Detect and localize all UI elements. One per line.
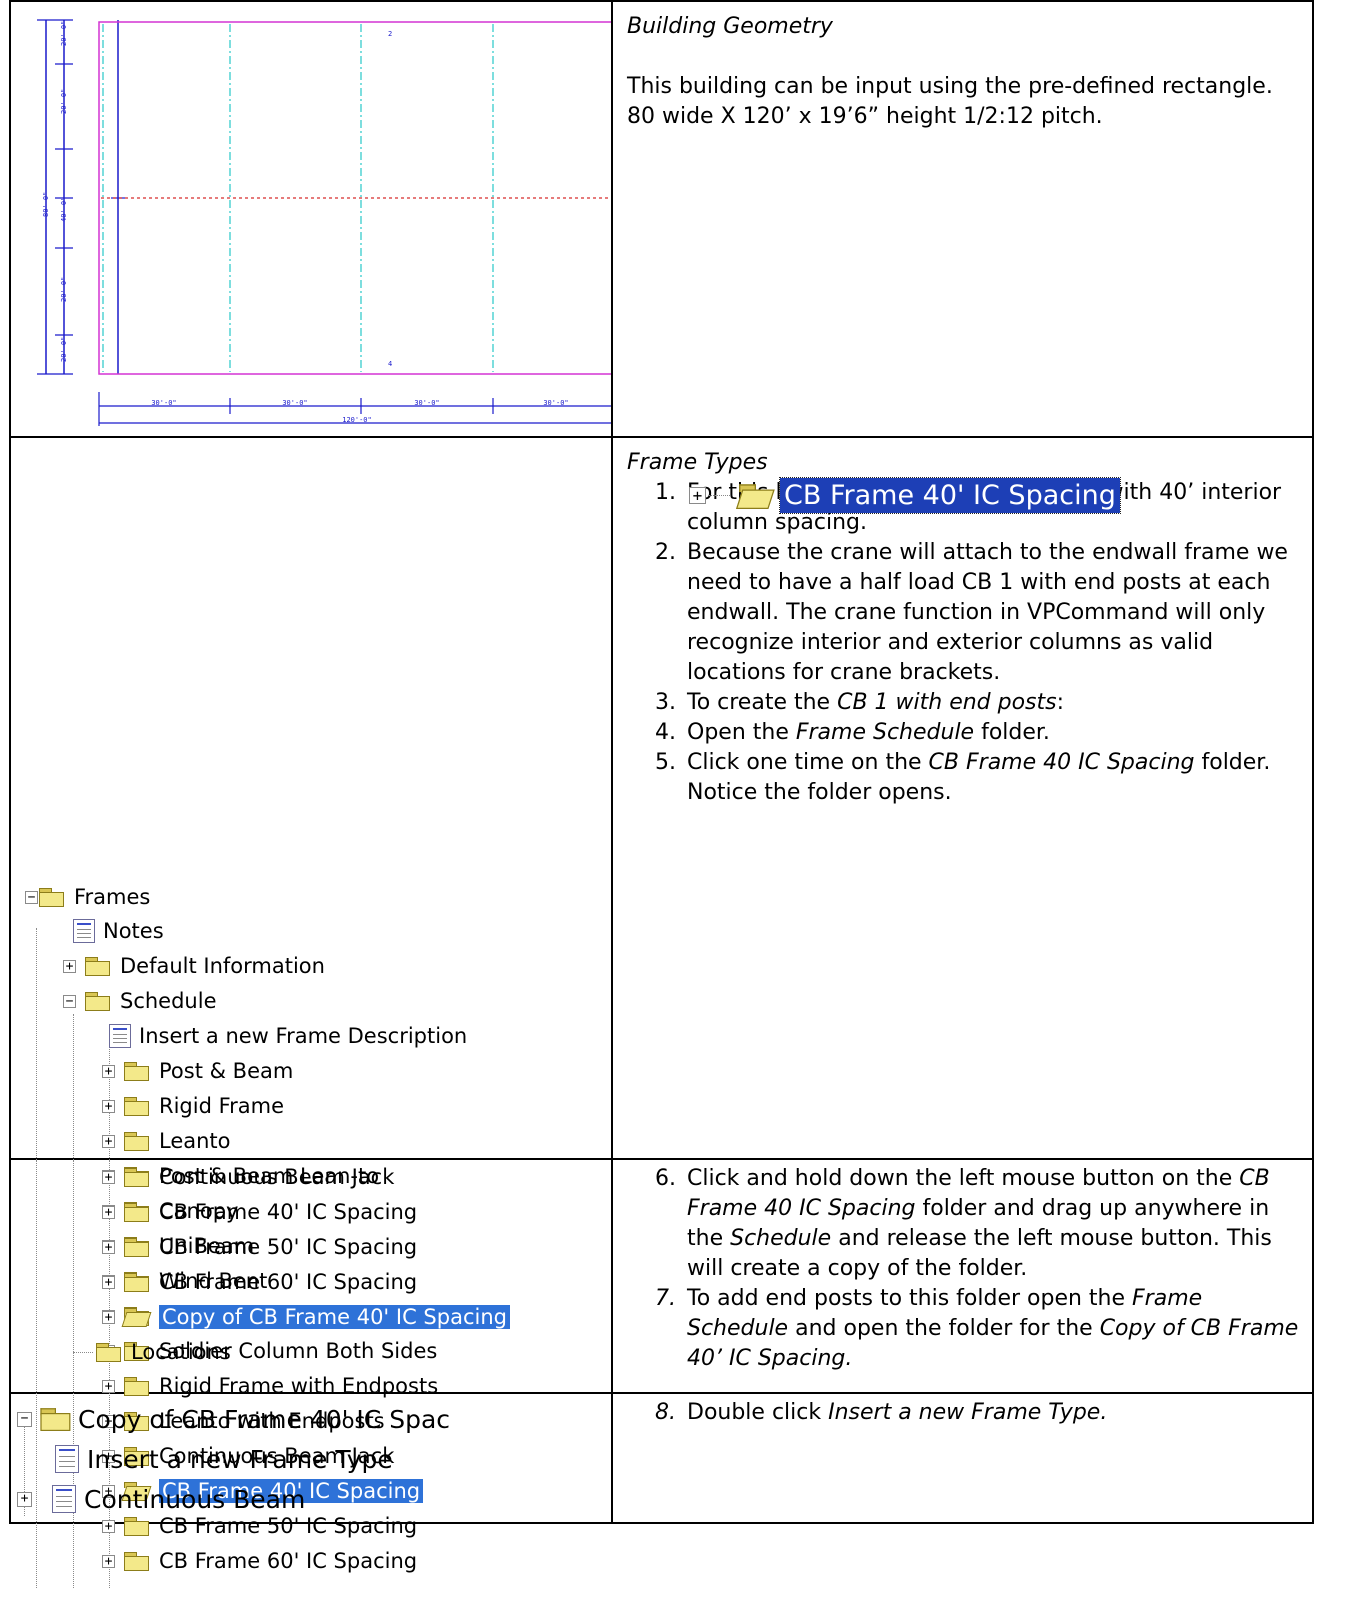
folder-icon: [123, 1551, 151, 1571]
tree-connector: [73, 1351, 93, 1353]
drawing-cell: 20'-0" 20'-0" 40'-0" 80'-0" 20'-0" 20'-0…: [9, 0, 613, 438]
step-6: Click and hold down the left mouse butto…: [683, 1164, 1306, 1284]
tree-item-insert-frame-type[interactable]: Insert a new Frame Type: [55, 1442, 393, 1476]
dim-bay-1: 30'-0": [151, 399, 176, 407]
tree-item-schedule-folder[interactable]: + Post & Beam: [102, 1056, 293, 1086]
dim-left-total: 80'-0": [42, 192, 50, 217]
copy-tree-cell: + Continuous Beam Jack + CB Frame 40' IC Sp…: [9, 1158, 613, 1394]
tree-item-schedule-folder[interactable]: + Copy of CB Frame 40' IC Spacing: [102, 1302, 510, 1332]
folder-icon: [123, 1202, 151, 1222]
insert-tree-cell: − Copy of CB Frame 40' IC Spac Insert a …: [9, 1392, 613, 1524]
expand-icon[interactable]: +: [63, 959, 76, 973]
tree-item-schedule-folder[interactable]: + Continuous Beam Jack: [102, 1162, 394, 1192]
expand-icon[interactable]: +: [102, 1170, 115, 1184]
tree-item-schedule-folder[interactable]: + Leanto: [102, 1126, 231, 1156]
tree-item-locations[interactable]: Locations: [73, 1337, 231, 1367]
section-heading-geometry: Building Geometry: [627, 14, 833, 39]
insert-steps: Double click Insert a new Frame Type.: [627, 1398, 1306, 1428]
expand-icon[interactable]: +: [102, 1554, 115, 1568]
lesson-table: 20'-0" 20'-0" 40'-0" 80'-0" 20'-0" 20'-0…: [9, 0, 1314, 1588]
step-3: To create the CB 1 with end posts:: [683, 688, 1306, 718]
dim-bay-2: 30'-0": [282, 399, 307, 407]
open-folder-icon: [121, 1307, 152, 1327]
col-mark-top: 2: [388, 30, 392, 38]
dim-bay-4: 30'-0": [543, 399, 568, 407]
step-8: Double click Insert a new Frame Type.: [683, 1398, 1306, 1428]
folder-icon: [39, 1407, 73, 1431]
collapse-icon[interactable]: −: [63, 994, 76, 1008]
document-icon: [55, 1445, 79, 1473]
tree-item-schedule-folder[interactable]: + CB Frame 40' IC Spacing: [102, 1197, 417, 1227]
document-icon: [52, 1485, 76, 1513]
row-frame-types: − Frames Notes + Default Information − S…: [9, 436, 1314, 1588]
row-insert-frame-type: − Copy of CB Frame 40' IC Spac Insert a …: [9, 1392, 1314, 1524]
folder-icon: [84, 956, 112, 976]
dim-left-4: 20'-0": [60, 277, 68, 302]
open-folder-icon: [735, 483, 775, 509]
frame-types-text: Frame Types For this lesson you should u…: [611, 436, 1314, 1160]
expand-icon[interactable]: +: [102, 1205, 115, 1219]
copy-steps: Click and hold down the left mouse butto…: [627, 1164, 1306, 1374]
building-geometry-text: Building Geometry This building can be i…: [611, 0, 1314, 438]
expand-icon[interactable]: +: [102, 1275, 115, 1289]
folder-icon: [123, 1096, 151, 1116]
expand-icon[interactable]: +: [102, 1310, 115, 1324]
tree-item-schedule-folder[interactable]: + Rigid Frame: [102, 1091, 284, 1121]
document-icon: [109, 1024, 131, 1048]
step-4: Open the Frame Schedule folder.: [683, 718, 1306, 748]
expand-icon: +: [689, 487, 706, 504]
folder-icon: [123, 1272, 151, 1292]
frames-tree-cell: − Frames Notes + Default Information − S…: [9, 436, 613, 1588]
col-mark-bottom: 4: [388, 360, 392, 368]
expand-icon[interactable]: +: [102, 1064, 115, 1078]
tree-item-copy-folder[interactable]: − Copy of CB Frame 40' IC Spac: [17, 1402, 450, 1436]
dim-total-length: 120'-0": [342, 416, 372, 424]
row-building-geometry: 20'-0" 20'-0" 40'-0" 80'-0" 20'-0" 20'-0…: [9, 0, 1314, 438]
folder-icon: [84, 991, 112, 1011]
tree-item-frames[interactable]: − Frames: [25, 882, 150, 912]
folder-icon: [38, 887, 66, 907]
tree-item-default-information[interactable]: + Default Information: [63, 951, 325, 981]
dim-bay-3: 30'-0": [414, 399, 439, 407]
tree-item-schedule-folder[interactable]: + CB Frame 50' IC Spacing: [102, 1232, 417, 1262]
document-page: 20'-0" 20'-0" 40'-0" 80'-0" 20'-0" 20'-0…: [0, 0, 1348, 1606]
geometry-line-2: 80 wide X 120’ x 19’6” height 1/2:12 pit…: [627, 104, 1103, 129]
insert-frame-type-text: Double click Insert a new Frame Type.: [611, 1392, 1314, 1524]
step-7: To add end posts to this folder open the…: [683, 1284, 1306, 1374]
expand-icon[interactable]: +: [102, 1099, 115, 1113]
collapse-icon[interactable]: −: [17, 1411, 32, 1427]
dim-left-2: 20'-0": [60, 89, 68, 114]
dim-left-5: 20'-0": [60, 337, 68, 362]
collapse-icon[interactable]: −: [25, 890, 38, 904]
document-icon: [73, 919, 95, 943]
tree-item-schedule-folder[interactable]: + CB Frame 60' IC Spacing: [102, 1267, 417, 1297]
dim-left-3: 40'-0": [60, 197, 68, 222]
section-heading-frame-types: Frame Types: [627, 450, 768, 475]
expand-icon[interactable]: +: [102, 1134, 115, 1148]
tree-item-schedule-folder[interactable]: + CB Frame 60' IC Spacing: [102, 1546, 417, 1576]
tree-item-notes[interactable]: Notes: [73, 916, 164, 946]
frame-types-steps: For this lesson you should use a CB-1 wi…: [627, 478, 1306, 808]
folder-icon: [95, 1342, 123, 1362]
expand-icon[interactable]: +: [102, 1240, 115, 1254]
tree-item-continuous-beam[interactable]: + Continuous Beam: [17, 1482, 305, 1516]
zoomed-selected-folder: + CB Frame 40' IC Spacing: [689, 477, 1121, 514]
folder-icon: [123, 1131, 151, 1151]
copy-folder-text: Click and hold down the left mouse butto…: [611, 1158, 1314, 1394]
geometry-line-1: This building can be input using the pre…: [627, 74, 1273, 99]
zoomed-folder-label: CB Frame 40' IC Spacing: [779, 477, 1121, 514]
step-5: Click one time on the CB Frame 40 IC Spa…: [683, 748, 1306, 808]
tree-item-schedule[interactable]: − Schedule: [63, 986, 217, 1016]
expand-icon[interactable]: +: [17, 1491, 32, 1507]
tree-item-insert-frame-description[interactable]: Insert a new Frame Description: [109, 1021, 467, 1051]
step-2: Because the crane will attach to the end…: [683, 538, 1306, 688]
folder-icon: [123, 1167, 151, 1187]
folder-icon: [123, 1061, 151, 1081]
building-plan-drawing: 20'-0" 20'-0" 40'-0" 80'-0" 20'-0" 20'-0…: [37, 19, 611, 426]
row-copy-folder: + Continuous Beam Jack + CB Frame 40' IC Sp…: [9, 1158, 1314, 1394]
dim-left-1: 20'-0": [60, 21, 68, 46]
folder-icon: [123, 1237, 151, 1257]
